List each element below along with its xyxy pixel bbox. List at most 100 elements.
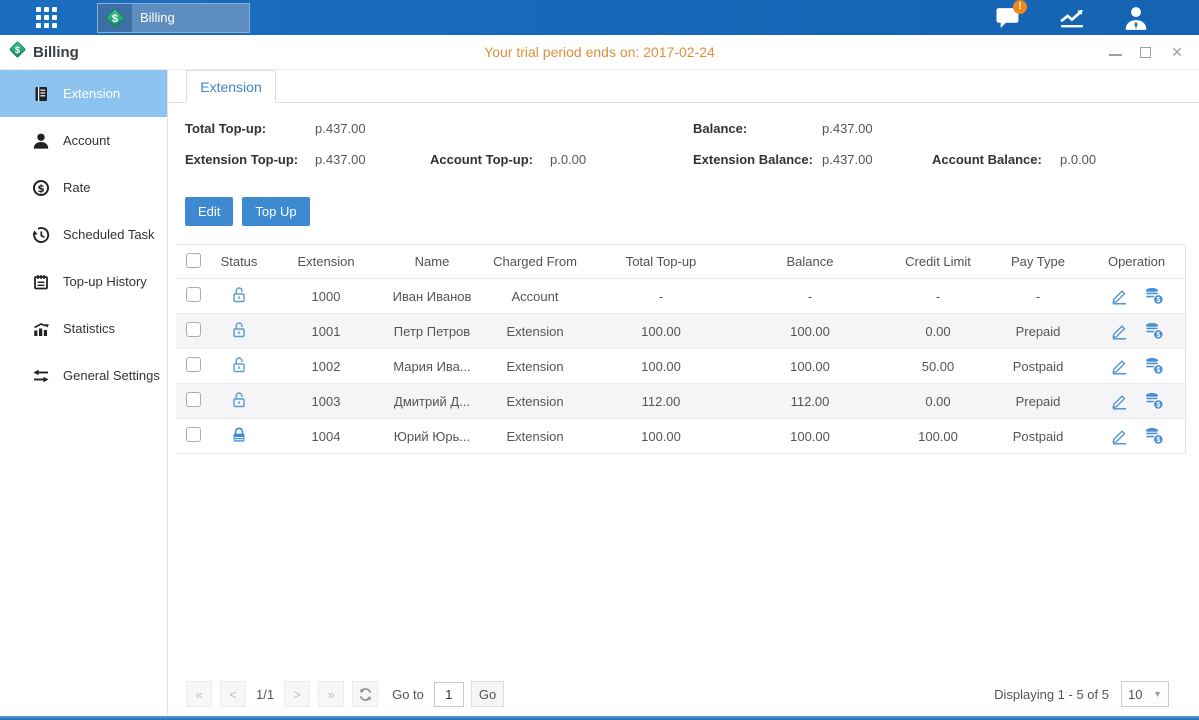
cell-charged-from: Account	[480, 289, 590, 304]
billing-diamond-icon: $	[98, 4, 132, 32]
cell-total-top-up: 100.00	[590, 324, 732, 339]
sidebar-item-label: Statistics	[63, 321, 115, 336]
summary-total-top-up: Total Top-up: p.437.00	[185, 121, 266, 136]
col-credit-limit: Credit Limit	[888, 254, 988, 269]
toolbar: Edit Top Up	[185, 197, 1199, 226]
refresh-button[interactable]	[352, 681, 378, 707]
tab-strip: Extension	[168, 70, 1199, 103]
last-page-button[interactable]: »	[318, 681, 344, 707]
cell-extension: 1002	[268, 359, 384, 374]
col-total-top-up: Total Top-up	[590, 254, 732, 269]
sidebar-item-rate[interactable]: $ Rate	[0, 164, 167, 211]
table-row: 1000 Иван Иванов Account - - - - $	[176, 279, 1185, 314]
edit-row-icon[interactable]	[1110, 322, 1129, 340]
row-checkbox[interactable]	[186, 322, 201, 337]
cell-total-top-up: 100.00	[590, 359, 732, 374]
cell-name: Петр Петров	[384, 324, 480, 339]
cell-total-top-up: 100.00	[590, 429, 732, 444]
cell-pay-type: Prepaid	[988, 394, 1088, 409]
select-all-checkbox[interactable]	[186, 253, 201, 268]
svg-text:$: $	[1156, 367, 1160, 374]
top-up-button[interactable]: Top Up	[242, 197, 309, 226]
cell-credit-limit: 0.00	[888, 394, 988, 409]
col-status: Status	[210, 254, 268, 269]
edit-row-icon[interactable]	[1110, 357, 1129, 375]
taskbar-tab-billing[interactable]: $ Billing	[97, 3, 250, 33]
tab-extension[interactable]: Extension	[186, 70, 276, 103]
cell-charged-from: Extension	[480, 324, 590, 339]
row-checkbox[interactable]	[186, 392, 201, 407]
cell-balance: 112.00	[732, 394, 888, 409]
svg-text:$: $	[37, 183, 44, 195]
sidebar-item-extension[interactable]: Extension	[0, 70, 167, 117]
top-up-row-icon[interactable]: $	[1144, 287, 1164, 305]
page-size-select[interactable]: 10 ▼	[1121, 681, 1169, 707]
window-title: Billing	[33, 44, 79, 61]
user-account-icon[interactable]	[1121, 6, 1151, 30]
prev-page-button[interactable]: <	[220, 681, 246, 707]
sidebar-item-top-up-history[interactable]: Top-up History	[0, 258, 167, 305]
status-unlocked-icon	[210, 356, 268, 377]
cell-pay-type: -	[988, 289, 1088, 304]
refresh-icon	[358, 687, 373, 702]
sidebar-item-general-settings[interactable]: General Settings	[0, 352, 167, 399]
displaying-text: Displaying 1 - 5 of 5	[994, 687, 1109, 702]
pagination-bar: « < 1/1 > » Go to Go	[168, 681, 1199, 707]
svg-text:$: $	[1156, 297, 1160, 304]
edit-button[interactable]: Edit	[185, 197, 233, 226]
summary-extension-top-up: Extension Top-up: p.437.00	[185, 152, 298, 167]
row-checkbox[interactable]	[186, 427, 201, 442]
cell-balance: -	[732, 289, 888, 304]
edit-row-icon[interactable]	[1110, 287, 1129, 305]
person-icon	[32, 132, 50, 150]
extensions-table: Status Extension Name Charged From Total…	[176, 244, 1186, 454]
ledger-icon	[32, 85, 50, 103]
cell-extension: 1003	[268, 394, 384, 409]
apps-grid-icon[interactable]	[36, 7, 57, 28]
dollar-circle-icon: $	[32, 179, 50, 197]
goto-page-input[interactable]	[434, 682, 464, 707]
messages-icon[interactable]: !	[993, 6, 1023, 30]
go-button[interactable]: Go	[471, 681, 504, 707]
col-pay-type: Pay Type	[988, 254, 1088, 269]
sidebar-item-scheduled-task[interactable]: Scheduled Task	[0, 211, 167, 258]
status-locked-icon	[210, 426, 268, 447]
minimize-icon[interactable]	[1109, 48, 1122, 56]
close-icon[interactable]: ×	[1169, 44, 1185, 60]
cell-extension: 1001	[268, 324, 384, 339]
top-up-row-icon[interactable]: $	[1144, 357, 1164, 375]
notepad-icon	[32, 273, 50, 291]
top-up-row-icon[interactable]: $	[1144, 322, 1164, 340]
row-checkbox[interactable]	[186, 287, 201, 302]
status-unlocked-icon	[210, 286, 268, 307]
cell-name: Юрий Юрь...	[384, 429, 480, 444]
sidebar-item-label: Extension	[63, 86, 120, 101]
cell-balance: 100.00	[732, 359, 888, 374]
balance-summary: Total Top-up: p.437.00 Balance: p.437.00…	[168, 121, 1199, 183]
cell-credit-limit: 100.00	[888, 429, 988, 444]
sidebar-item-statistics[interactable]: Statistics	[0, 305, 167, 352]
cell-pay-type: Postpaid	[988, 429, 1088, 444]
col-extension: Extension	[268, 254, 384, 269]
sidebar-item-account[interactable]: Account	[0, 117, 167, 164]
top-up-row-icon[interactable]: $	[1144, 427, 1164, 445]
maximize-icon[interactable]	[1140, 47, 1151, 58]
summary-balance: Balance: p.437.00	[693, 121, 747, 136]
edit-row-icon[interactable]	[1110, 427, 1129, 445]
cell-total-top-up: 112.00	[590, 394, 732, 409]
cell-total-top-up: -	[590, 289, 732, 304]
summary-account-top-up: Account Top-up: p.0.00	[430, 152, 533, 167]
row-checkbox[interactable]	[186, 357, 201, 372]
svg-text:$: $	[1156, 332, 1160, 339]
chart-monitor-icon[interactable]	[1057, 6, 1087, 30]
next-page-button[interactable]: >	[284, 681, 310, 707]
sidebar: Extension Account $ Rate	[0, 70, 168, 715]
edit-row-icon[interactable]	[1110, 392, 1129, 410]
cell-name: Мария Ива...	[384, 359, 480, 374]
top-up-row-icon[interactable]: $	[1144, 392, 1164, 410]
trial-notice: Your trial period ends on: 2017-02-24	[0, 44, 1199, 60]
taskbar-tab-label: Billing	[132, 4, 175, 32]
window-titlebar: $ Billing Your trial period ends on: 201…	[0, 35, 1199, 70]
first-page-button[interactable]: «	[186, 681, 212, 707]
cell-name: Иван Иванов	[384, 289, 480, 304]
